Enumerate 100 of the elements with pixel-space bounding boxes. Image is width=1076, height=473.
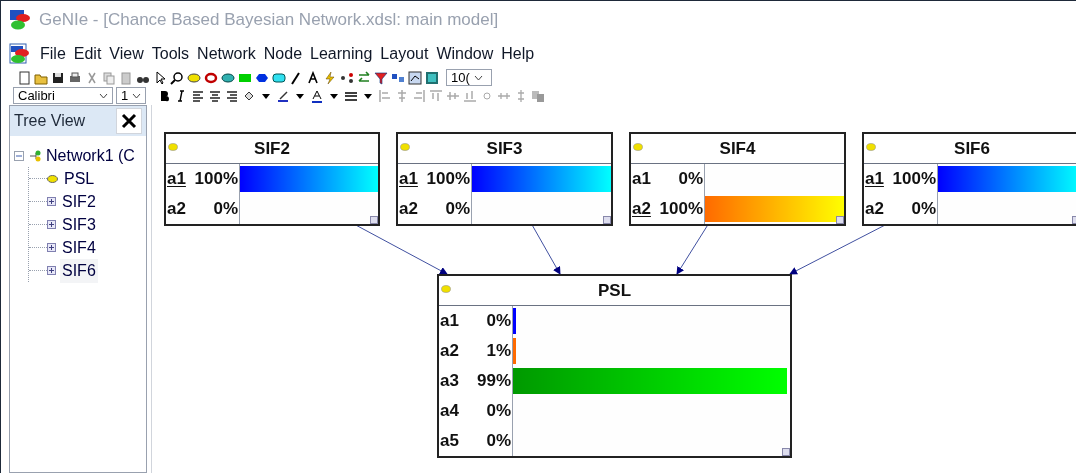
align-right-icon[interactable] [225, 88, 239, 103]
state-label: a1 [865, 169, 884, 189]
align-nodes-top-icon[interactable] [429, 88, 443, 103]
state-probability: 99% [476, 370, 511, 393]
new-file-icon[interactable] [17, 70, 31, 85]
align-center-icon[interactable] [208, 88, 222, 103]
resize-handle-icon[interactable] [782, 448, 790, 456]
node-box[interactable]: SIF4 a1 0% a2 100% [629, 132, 846, 226]
close-icon [121, 113, 137, 129]
menu-item[interactable]: Help [501, 42, 535, 66]
node-title: SIF3 [486, 137, 523, 160]
align-nodes-right-icon[interactable] [412, 88, 426, 103]
resize-handle-icon[interactable] [836, 216, 844, 224]
menu-item[interactable]: Tools [151, 42, 190, 66]
state-probability: 0% [486, 430, 511, 453]
state-label: a2 [440, 341, 459, 361]
state-probability: 100% [426, 168, 470, 191]
arc-tool-icon[interactable] [289, 70, 303, 85]
node-box[interactable]: SIF2 a1 100% a2 0% [164, 132, 380, 226]
oval-node-icon [866, 143, 876, 151]
tree-item[interactable]: SIF4 [60, 235, 98, 260]
oval-node-icon [168, 143, 178, 151]
align-nodes-left-icon[interactable] [378, 88, 392, 103]
expand-toggle-icon[interactable] [47, 197, 56, 206]
node-title: PSL [597, 279, 632, 302]
state-probability: 0% [213, 198, 238, 221]
tree-item[interactable]: SIF3 [60, 212, 98, 237]
menu-item[interactable]: Layout [380, 42, 429, 66]
print-icon[interactable] [68, 70, 82, 85]
oval-node-icon [441, 285, 451, 293]
node-title: SIF4 [719, 137, 756, 160]
line-color-icon[interactable] [276, 88, 290, 103]
ring-icon[interactable] [204, 70, 218, 85]
tree-item[interactable]: Network1 (C [46, 143, 135, 168]
tree-item[interactable]: SIF6 [60, 258, 98, 283]
text-tool-icon[interactable] [306, 70, 320, 85]
noisy-node-tool-icon[interactable] [221, 70, 235, 85]
state-label: a2 [865, 199, 884, 219]
oval-node-icon [47, 174, 58, 183]
menu-item[interactable]: View [109, 42, 144, 66]
state-label: a1 [632, 169, 651, 189]
swap-icon[interactable] [357, 70, 371, 85]
menu-item[interactable]: Window [436, 42, 494, 66]
state-label: a5 [440, 431, 459, 451]
menu-item[interactable]: Edit [73, 42, 102, 66]
copy-format-icon[interactable] [531, 88, 545, 103]
window-title: GeNIe - [Chance Based Bayesian Network.xdsl: main model] [39, 9, 499, 32]
expand-toggle-icon[interactable] [47, 220, 56, 229]
document-icon [9, 43, 31, 65]
search-icon[interactable] [170, 70, 184, 85]
tree-item[interactable]: SIF2 [60, 189, 98, 214]
state-label: a3 [440, 371, 459, 391]
chance-node-tool-icon[interactable] [187, 70, 201, 85]
state-label: a2 [399, 199, 418, 219]
state-label: a1 [440, 311, 459, 331]
align-nodes-bottom-icon[interactable] [463, 88, 477, 103]
state-label: a2 [167, 199, 186, 219]
state-probability: 0% [486, 400, 511, 423]
state-probability: 100% [194, 168, 238, 191]
state-probability: 0% [678, 168, 703, 191]
state-label: a1 [399, 169, 418, 189]
cut-icon[interactable] [85, 70, 99, 85]
node-box[interactable]: SIF3 a1 100% a2 0% [396, 132, 613, 226]
oval-node-icon [400, 143, 410, 151]
menu-item[interactable]: Network [197, 42, 256, 66]
node-box[interactable]: PSL a1 0% a2 1% a3 99% a4 0% a5 0% [437, 274, 792, 458]
menu-item[interactable]: File [40, 42, 66, 66]
font-size-combo-box[interactable]: 1 [116, 87, 146, 104]
align-nodes-center-icon[interactable] [395, 88, 409, 103]
resize-handle-icon[interactable] [370, 216, 378, 224]
zoom-combo-box[interactable]: 10( [446, 69, 492, 86]
expand-toggle-icon[interactable] [47, 243, 56, 252]
node-box[interactable]: SIF6 a1 100% a2 0% [862, 132, 1076, 226]
save-icon[interactable] [51, 70, 65, 85]
state-probability: 0% [486, 310, 511, 333]
align-left-icon[interactable] [191, 88, 205, 103]
state-label: a4 [440, 401, 459, 421]
state-label: a2 [632, 199, 651, 219]
collapse-toggle-icon[interactable] [14, 150, 24, 161]
state-probability: 100% [892, 168, 936, 191]
rounded-rectangle-tool-icon[interactable] [272, 70, 286, 85]
network-icon [28, 149, 42, 162]
expand-toggle-icon[interactable] [47, 266, 56, 275]
chart-window-icon[interactable] [425, 70, 439, 85]
state-probability: 100% [659, 198, 703, 221]
menu-item[interactable]: Learning [310, 42, 373, 66]
resize-handle-icon[interactable] [603, 216, 611, 224]
graph-icon[interactable] [408, 70, 422, 85]
state-label: a1 [167, 169, 186, 189]
menu-item[interactable]: Node [263, 42, 303, 66]
close-button[interactable] [116, 108, 142, 134]
state-probability: 0% [445, 198, 470, 221]
node-title: SIF2 [254, 137, 290, 160]
oval-node-icon [633, 143, 643, 151]
network-icon[interactable] [340, 70, 354, 85]
tree-item[interactable]: PSL [62, 166, 97, 191]
font-combo-box[interactable]: Calibri [13, 87, 113, 104]
filter-icon[interactable] [374, 70, 388, 85]
pointer-icon[interactable] [153, 70, 167, 85]
font-color-icon[interactable] [310, 88, 324, 103]
